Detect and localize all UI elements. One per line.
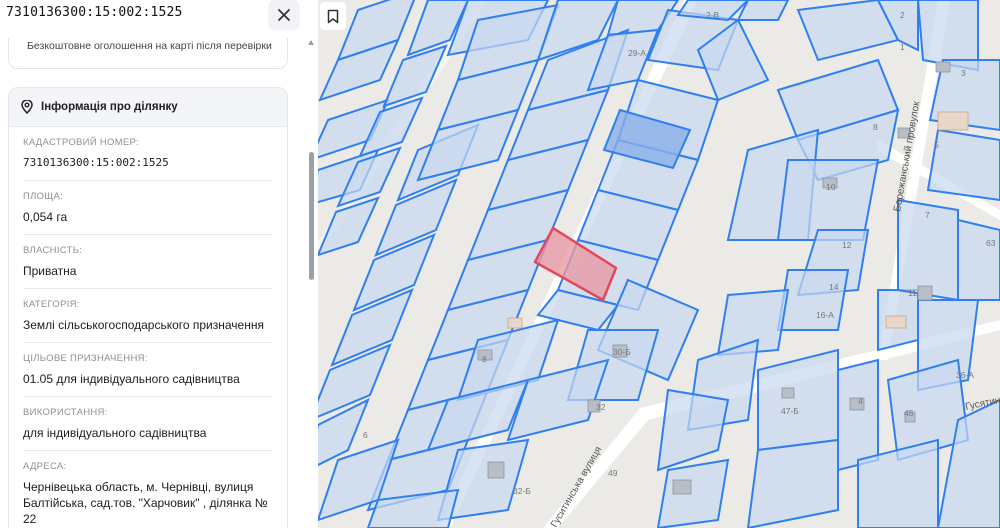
field-value: для індивідуального садівництва <box>23 426 207 440</box>
field-label: ПЛОЩА: <box>23 191 64 202</box>
panel-header: 7310136300:15:002:1525 <box>0 0 318 38</box>
house-number-label: 12 <box>842 240 852 250</box>
house-number-label: 2-В <box>706 10 720 20</box>
field-value: Приватна <box>23 264 77 278</box>
parcel <box>926 128 1000 202</box>
house-number-label: 8 <box>482 354 487 364</box>
field-value: 0,054 га <box>23 210 68 224</box>
building <box>935 61 951 73</box>
panel-scrollbar[interactable] <box>308 40 314 528</box>
scroll-up-arrow[interactable] <box>308 40 314 45</box>
field-value: Землі сільськогосподарського призначення <box>23 318 264 332</box>
building <box>487 461 505 479</box>
house-number-label: 1 <box>900 42 905 52</box>
parcel <box>736 0 790 21</box>
house-number-label: 63 <box>986 238 996 248</box>
house-number-label: 5 <box>934 140 939 150</box>
parcel <box>837 358 879 472</box>
parcel <box>656 458 730 528</box>
field-ownership: ВЛАСНІСТЬ: Приватна <box>23 235 273 289</box>
close-button[interactable] <box>268 0 300 30</box>
parcel-info-panel: 7310136300:15:002:1525 Безкоштовне оголо… <box>0 0 318 528</box>
parcel <box>746 438 839 528</box>
field-value: 7310136300:15:002:1525 <box>23 156 169 169</box>
house-number-label: 7 <box>925 210 930 220</box>
building <box>672 479 692 495</box>
building <box>937 111 969 131</box>
house-number-label: 32 <box>596 402 606 412</box>
field-purpose: ЦІЛЬОВЕ ПРИЗНАЧЕННЯ: 01.05 для індивідуа… <box>23 343 273 397</box>
building <box>781 387 795 399</box>
field-label: АДРЕСА: <box>23 461 67 472</box>
scrollbar-thumb[interactable] <box>309 152 314 280</box>
field-label: ЦІЛЬОВЕ ПРИЗНАЧЕННЯ: <box>23 353 148 364</box>
field-label: ВИКОРИСТАННЯ: <box>23 407 108 418</box>
promo-text: Безкоштовне оголошення на карті після пе… <box>27 40 272 52</box>
house-number-label: 6 <box>363 430 368 440</box>
house-number-label: 36-А <box>956 370 974 380</box>
building <box>917 285 933 301</box>
house-number-label: 14 <box>829 282 839 292</box>
house-number-label: 29-А <box>628 48 646 58</box>
parcel <box>757 348 839 452</box>
building <box>507 317 523 329</box>
parcel <box>656 388 730 472</box>
field-usage: ВИКОРИСТАННЯ: для індивідуального садівн… <box>23 397 273 451</box>
parcel <box>776 159 880 241</box>
bookmark-icon <box>327 9 339 23</box>
cadastral-map[interactable]: 2-В 29-А 2 1 3 8 5 10 7 12 63 14 11 16-А… <box>318 0 1000 528</box>
house-number-label: 11 <box>908 288 917 298</box>
house-number-label: 3 <box>961 68 966 78</box>
map-canvas[interactable]: 2-В 29-А 2 1 3 8 5 10 7 12 63 14 11 16-А… <box>318 0 1000 528</box>
field-address: АДРЕСА: Чернівецька область, м. Чернівці… <box>23 451 273 528</box>
parcel-info-card: Інформація про ділянку КАДАСТРОВИЙ НОМЕР… <box>8 87 288 528</box>
field-cadastral-number: КАДАСТРОВИЙ НОМЕР: 7310136300:15:002:152… <box>23 127 273 181</box>
house-number-label: 8 <box>873 122 878 132</box>
house-number-label: 30-Б <box>613 347 631 357</box>
field-area: ПЛОЩА: 0,054 га <box>23 181 273 235</box>
house-number-label: 49 <box>608 468 618 478</box>
house-number-label: 32-Б <box>513 486 531 496</box>
parcel <box>776 269 850 331</box>
house-number-label: 16-А <box>816 310 834 320</box>
building <box>885 315 907 329</box>
street-label: Гуситинська вулиця <box>549 445 604 528</box>
close-icon <box>278 9 290 21</box>
info-card-header: Інформація про ділянку <box>9 88 287 127</box>
parcel <box>957 218 1000 301</box>
cadastral-number-title: 7310136300:15:002:1525 <box>6 5 183 20</box>
field-label: КАТЕГОРІЯ: <box>23 299 80 310</box>
house-number-label: 47-Б <box>781 406 799 416</box>
location-pin-icon <box>21 100 33 114</box>
field-label: ВЛАСНІСТЬ: <box>23 245 83 256</box>
house-number-label: 10 <box>826 182 836 192</box>
field-label: КАДАСТРОВИЙ НОМЕР: <box>23 137 139 148</box>
field-value: 01.05 для індивідуального садівництва <box>23 372 240 386</box>
field-value: Чернівецька область, м. Чернівці, вулиця… <box>23 480 268 526</box>
house-number-label: 45 <box>904 408 914 418</box>
info-card-title: Інформація про ділянку <box>41 101 178 113</box>
bookmark-button[interactable] <box>320 2 346 30</box>
house-number-label: 2 <box>900 10 905 20</box>
field-category: КАТЕГОРІЯ: Землі сільськогосподарського … <box>23 289 273 343</box>
house-number-label: 4 <box>858 396 863 406</box>
